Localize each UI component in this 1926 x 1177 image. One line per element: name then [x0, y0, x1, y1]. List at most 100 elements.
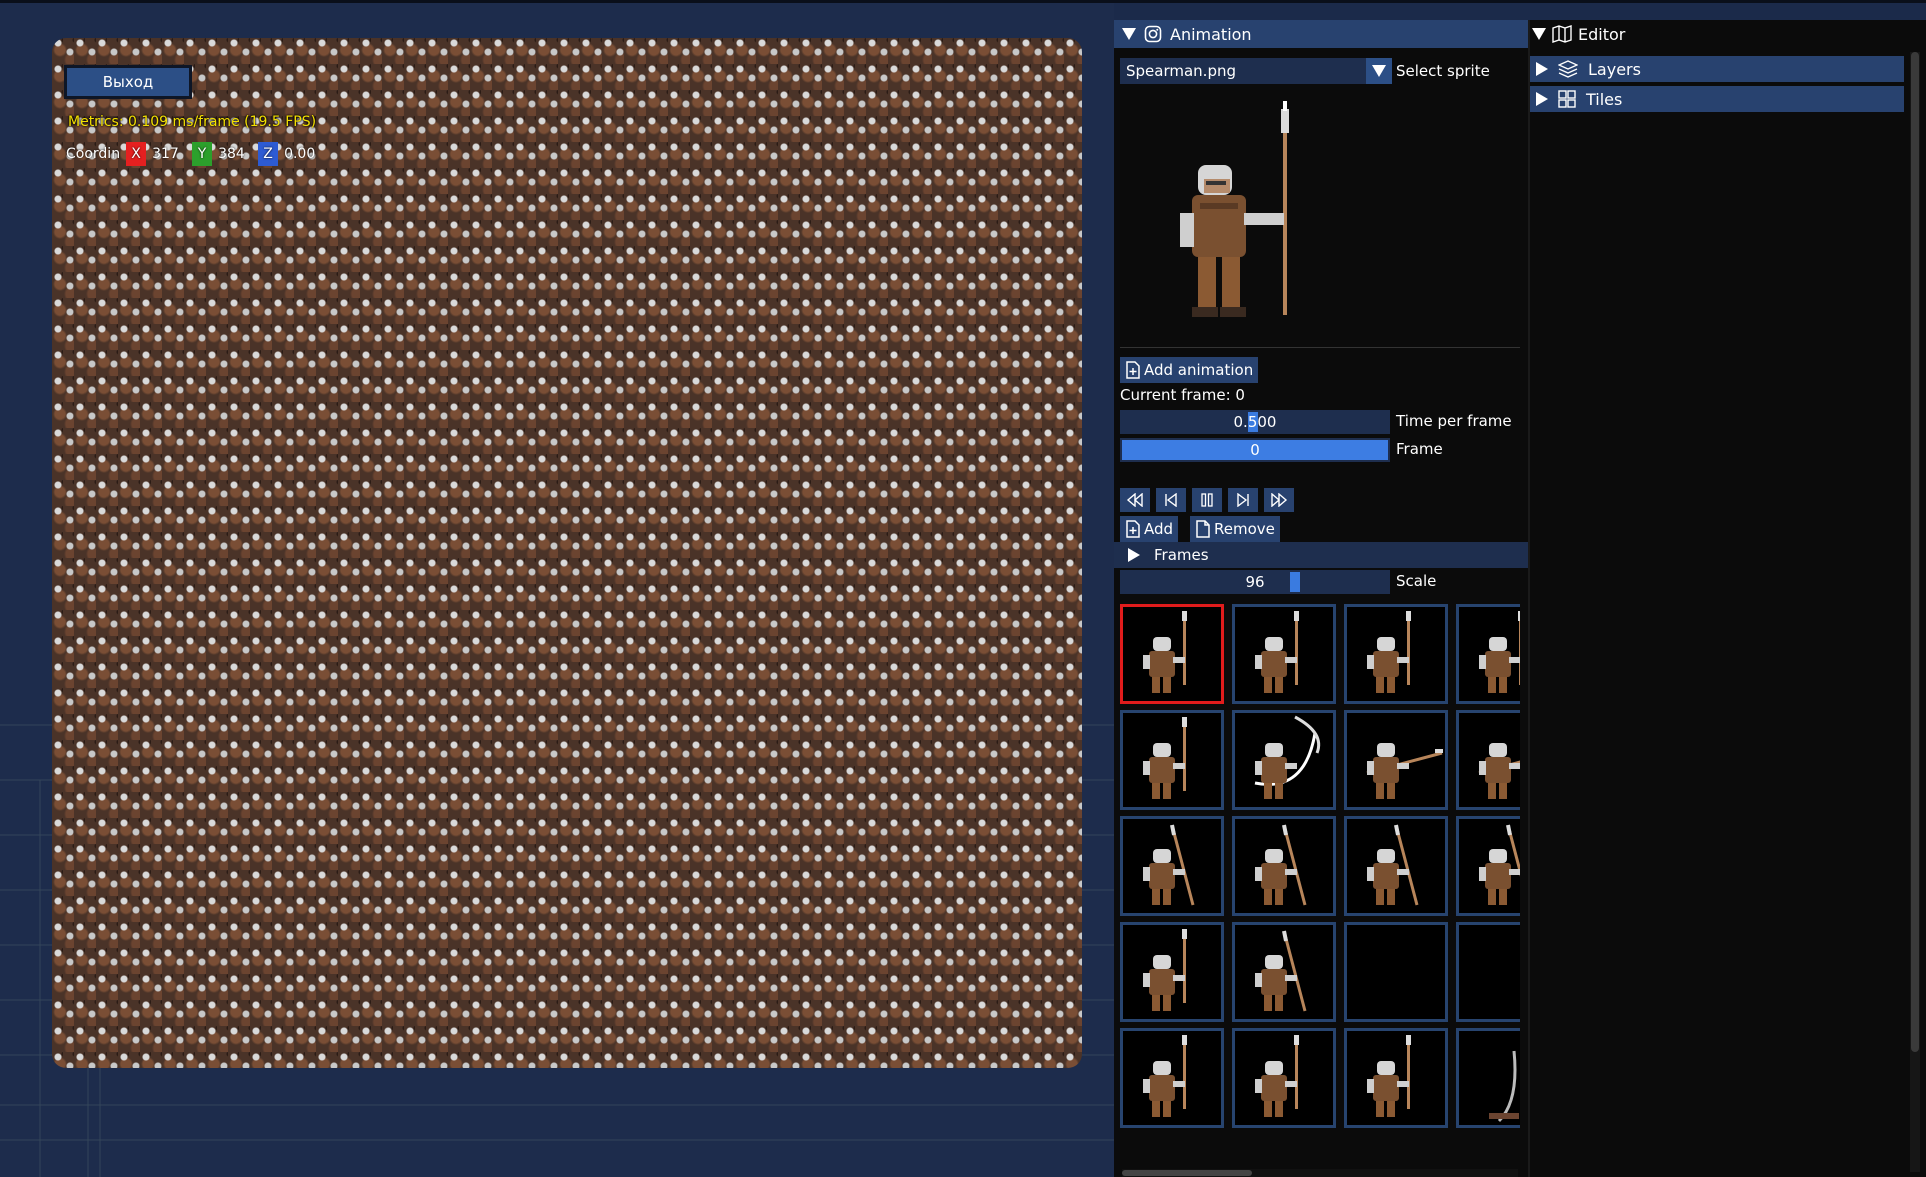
rewind-icon [1126, 493, 1143, 507]
frame-sprite [1347, 925, 1445, 1019]
expand-arrow-icon[interactable] [1536, 92, 1548, 106]
add-frame-button[interactable]: Add [1120, 516, 1179, 542]
frame-thumbnail[interactable] [1456, 922, 1520, 1022]
collapse-arrow-icon[interactable] [1122, 28, 1136, 40]
expand-arrow-icon[interactable] [1536, 62, 1548, 76]
frame-thumbnail[interactable] [1456, 710, 1520, 810]
sprite-preview [1180, 101, 1289, 317]
sprite-select[interactable]: Spearman.png [1120, 58, 1392, 84]
frame-thumbnail[interactable] [1344, 1028, 1448, 1128]
scale-slider[interactable]: 96 [1120, 570, 1390, 594]
frame-sprite [1367, 1035, 1411, 1117]
frame-sprite [1479, 824, 1520, 905]
frame-thumbnail[interactable] [1232, 922, 1336, 1022]
frame-thumbnail[interactable] [1456, 604, 1520, 704]
frame-sprite [1143, 611, 1187, 693]
playback-controls [1120, 488, 1294, 512]
time-per-frame-slider[interactable]: 0.500 [1120, 410, 1390, 434]
window-top-border [0, 0, 1926, 3]
frame-thumbnail[interactable] [1120, 816, 1224, 916]
animation-title: Animation [1170, 24, 1252, 44]
file-plus-icon [1126, 361, 1140, 379]
next-frame-button[interactable] [1228, 488, 1258, 512]
frame-sprite [1366, 743, 1443, 799]
scene-viewport[interactable]: Выход Metrics: 0.109 ms/frame (19.5 FPS)… [0, 0, 1114, 1177]
sprite-select-value: Spearman.png [1126, 62, 1236, 80]
frame-sprite [1367, 824, 1419, 906]
frame-sprite [1143, 929, 1187, 1011]
y-axis-badge: Y [192, 142, 213, 166]
frame-thumbnail-selected[interactable] [1120, 604, 1224, 704]
frame-thumbnail[interactable] [1232, 710, 1336, 810]
scale-label: Scale [1396, 572, 1437, 590]
time-per-frame-value: 0.500 [1233, 413, 1277, 431]
frames-scroll-thumb[interactable] [1122, 1170, 1252, 1176]
frames-grid [1120, 604, 1520, 1170]
frame-thumbnail[interactable] [1344, 922, 1448, 1022]
pause-button[interactable] [1192, 488, 1222, 512]
frame-thumbnail[interactable] [1232, 604, 1336, 704]
rewind-button[interactable] [1120, 488, 1150, 512]
frame-thumbnail[interactable] [1456, 816, 1520, 916]
expand-arrow-icon[interactable] [1128, 548, 1140, 562]
coordinates-readout: Coordin X 317 Y 384 Z 0.00 [66, 142, 318, 166]
editor-vertical-scrollbar[interactable] [1910, 52, 1920, 1172]
frame-sprite [1143, 717, 1187, 799]
preview-separator [1120, 347, 1520, 348]
editor-panel: Editor Layers Tiles [1528, 20, 1926, 1177]
frame-thumbnail[interactable] [1456, 1028, 1520, 1128]
remove-frame-button[interactable]: Remove [1190, 516, 1280, 542]
frame-thumbnail[interactable] [1120, 922, 1224, 1022]
frame-value: 0 [1250, 441, 1260, 459]
time-per-frame-label: Time per frame [1396, 412, 1512, 430]
frame-sprite [1459, 925, 1520, 1019]
frame-sprite [1255, 1035, 1299, 1117]
frame-sprite [1255, 611, 1299, 693]
pause-icon [1201, 493, 1213, 507]
editor-item-layers-label: Layers [1588, 59, 1641, 79]
x-value[interactable]: 317 [152, 146, 186, 162]
collapse-arrow-icon[interactable] [1532, 28, 1546, 40]
x-axis-badge: X [126, 142, 147, 166]
editor-scroll-thumb[interactable] [1911, 52, 1919, 1052]
frame-thumbnail[interactable] [1344, 710, 1448, 810]
frame-slider[interactable]: 0 [1120, 438, 1390, 462]
animation-title-bar[interactable]: Animation [1114, 20, 1528, 48]
current-frame-text: Current frame: 0 [1120, 386, 1245, 404]
skip-back-icon [1165, 493, 1177, 507]
previous-frame-button[interactable] [1156, 488, 1186, 512]
editor-title-bar[interactable]: Editor [1530, 20, 1625, 48]
frame-sprite [1143, 1035, 1187, 1117]
coordinates-label: Coordin [66, 146, 121, 162]
exit-button[interactable]: Выход [64, 65, 192, 99]
file-icon [1196, 520, 1210, 538]
scale-grab[interactable] [1290, 572, 1300, 592]
instagram-camera-icon [1144, 25, 1162, 43]
add-frame-label: Add [1144, 520, 1174, 538]
scale-value: 96 [1245, 573, 1265, 591]
frames-horizontal-scrollbar[interactable] [1122, 1169, 1518, 1177]
frame-thumbnail[interactable] [1232, 1028, 1336, 1128]
frame-sprite [1255, 824, 1307, 906]
frame-sprite [1489, 1050, 1519, 1123]
editor-item-tiles[interactable]: Tiles [1530, 86, 1904, 112]
editor-title: Editor [1578, 24, 1626, 44]
fast-forward-button[interactable] [1264, 488, 1294, 512]
frame-thumbnail[interactable] [1344, 816, 1448, 916]
frame-thumbnail[interactable] [1344, 604, 1448, 704]
frame-thumbnail[interactable] [1120, 1028, 1224, 1128]
frame-sprite [1367, 611, 1411, 693]
sprite-select-label: Select sprite [1396, 62, 1490, 80]
frame-sprite [1478, 743, 1520, 799]
frames-section-title: Frames [1154, 546, 1209, 564]
frame-thumbnail[interactable] [1232, 816, 1336, 916]
add-animation-button[interactable]: Add animation [1120, 357, 1259, 383]
dropdown-arrow-icon[interactable] [1366, 58, 1392, 84]
layers-icon [1558, 60, 1578, 78]
frame-thumbnail[interactable] [1120, 710, 1224, 810]
frames-section-header[interactable]: Frames [1114, 542, 1528, 568]
frame-sprite [1479, 611, 1520, 693]
z-value[interactable]: 0.00 [284, 146, 318, 162]
editor-item-layers[interactable]: Layers [1530, 56, 1904, 82]
y-value[interactable]: 384 [218, 146, 252, 162]
